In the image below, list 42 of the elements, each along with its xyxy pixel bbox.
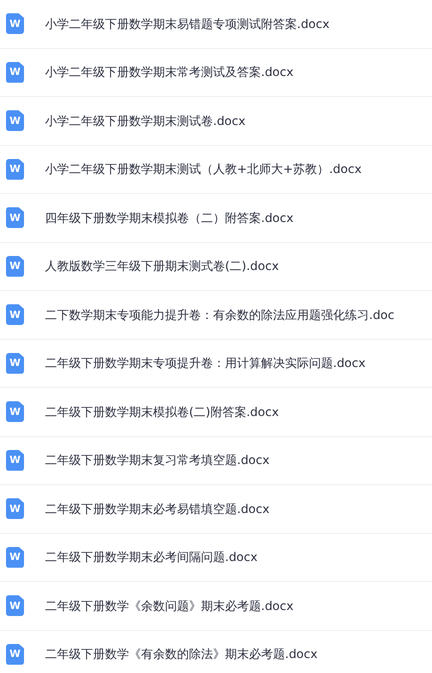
file-name: 二年级下册数学期末必考间隔问题.docx: [45, 549, 258, 566]
file-row[interactable]: W 二年级下册数学期末复习常考填空题.docx: [0, 436, 432, 485]
file-row[interactable]: W 二年级下册数学《有余数的除法》期末必考题.docx: [0, 630, 432, 673]
file-name: 小学二年级下册数学期末常考测试及答案.docx: [45, 64, 294, 82]
file-row[interactable]: W 二年级下册数学期末必考间隔问题.docx: [0, 534, 432, 582]
file-name: 人教版数学三年级下册期末测式卷(二).docx: [45, 258, 279, 276]
document-icon: W: [6, 546, 24, 568]
file-row[interactable]: W 小学二年级下册数学期末常考测试及答案.docx: [0, 48, 432, 97]
file-name: 小学二年级下册数学期末测试（人教+北师大+苏教）.docx: [45, 161, 362, 178]
document-icon: W: [6, 62, 24, 83]
file-name: 二年级下册数学《余数问题》期末必考题.docx: [45, 598, 294, 615]
file-row[interactable]: W 小学二年级下册数学期末测试（人教+北师大+苏教）.docx: [0, 146, 432, 194]
document-icon: W: [6, 595, 24, 616]
file-name: 二年级下册数学期末必考易错填空题.docx: [45, 500, 270, 518]
document-icon: W: [6, 352, 24, 374]
file-name: 二年级下册数学期末复习常考填空题.docx: [45, 452, 270, 470]
document-icon: W: [6, 450, 24, 471]
file-row[interactable]: W 小学二年级下册数学期末易错题专项测试附答案.docx: [0, 0, 432, 48]
document-icon: W: [6, 256, 24, 277]
file-name: 四年级下册数学期末模拟卷（二）附答案.docx: [45, 210, 294, 227]
file-name: 二年级下册数学期末专项提升卷：用计算解决实际问题.docx: [45, 355, 366, 372]
file-row[interactable]: W 四年级下册数学期末模拟卷（二）附答案.docx: [0, 194, 432, 242]
document-icon: W: [6, 13, 24, 34]
file-row[interactable]: W 二年级下册数学期末专项提升卷：用计算解决实际问题.docx: [0, 340, 432, 388]
file-name: 小学二年级下册数学期末易错题专项测试附答案.docx: [45, 16, 330, 33]
document-icon: W: [6, 110, 24, 132]
file-name: 二年级下册数学《有余数的除法》期末必考题.docx: [45, 646, 318, 664]
document-icon: W: [6, 207, 24, 228]
document-icon: W: [6, 401, 24, 422]
file-name: 小学二年级下册数学期末测试卷.docx: [45, 112, 246, 130]
file-row[interactable]: W 二年级下册数学《余数问题》期末必考题.docx: [0, 582, 432, 630]
file-row[interactable]: W 小学二年级下册数学期末测试卷.docx: [0, 97, 432, 146]
document-icon: W: [6, 498, 24, 520]
file-row[interactable]: W 二年级下册数学期末模拟卷(二)附答案.docx: [0, 388, 432, 436]
document-icon: W: [6, 304, 24, 326]
document-icon: W: [6, 158, 24, 180]
file-name: 二下数学期末专项能力提升卷：有余数的除法应用题强化练习.doc: [45, 306, 394, 324]
file-row[interactable]: W 二年级下册数学期末必考易错填空题.docx: [0, 485, 432, 534]
file-name: 二年级下册数学期末模拟卷(二)附答案.docx: [45, 404, 279, 421]
file-row[interactable]: W 二下数学期末专项能力提升卷：有余数的除法应用题强化练习.doc: [0, 291, 432, 340]
file-row[interactable]: W 人教版数学三年级下册期末测式卷(二).docx: [0, 242, 432, 291]
document-icon: W: [6, 644, 24, 665]
